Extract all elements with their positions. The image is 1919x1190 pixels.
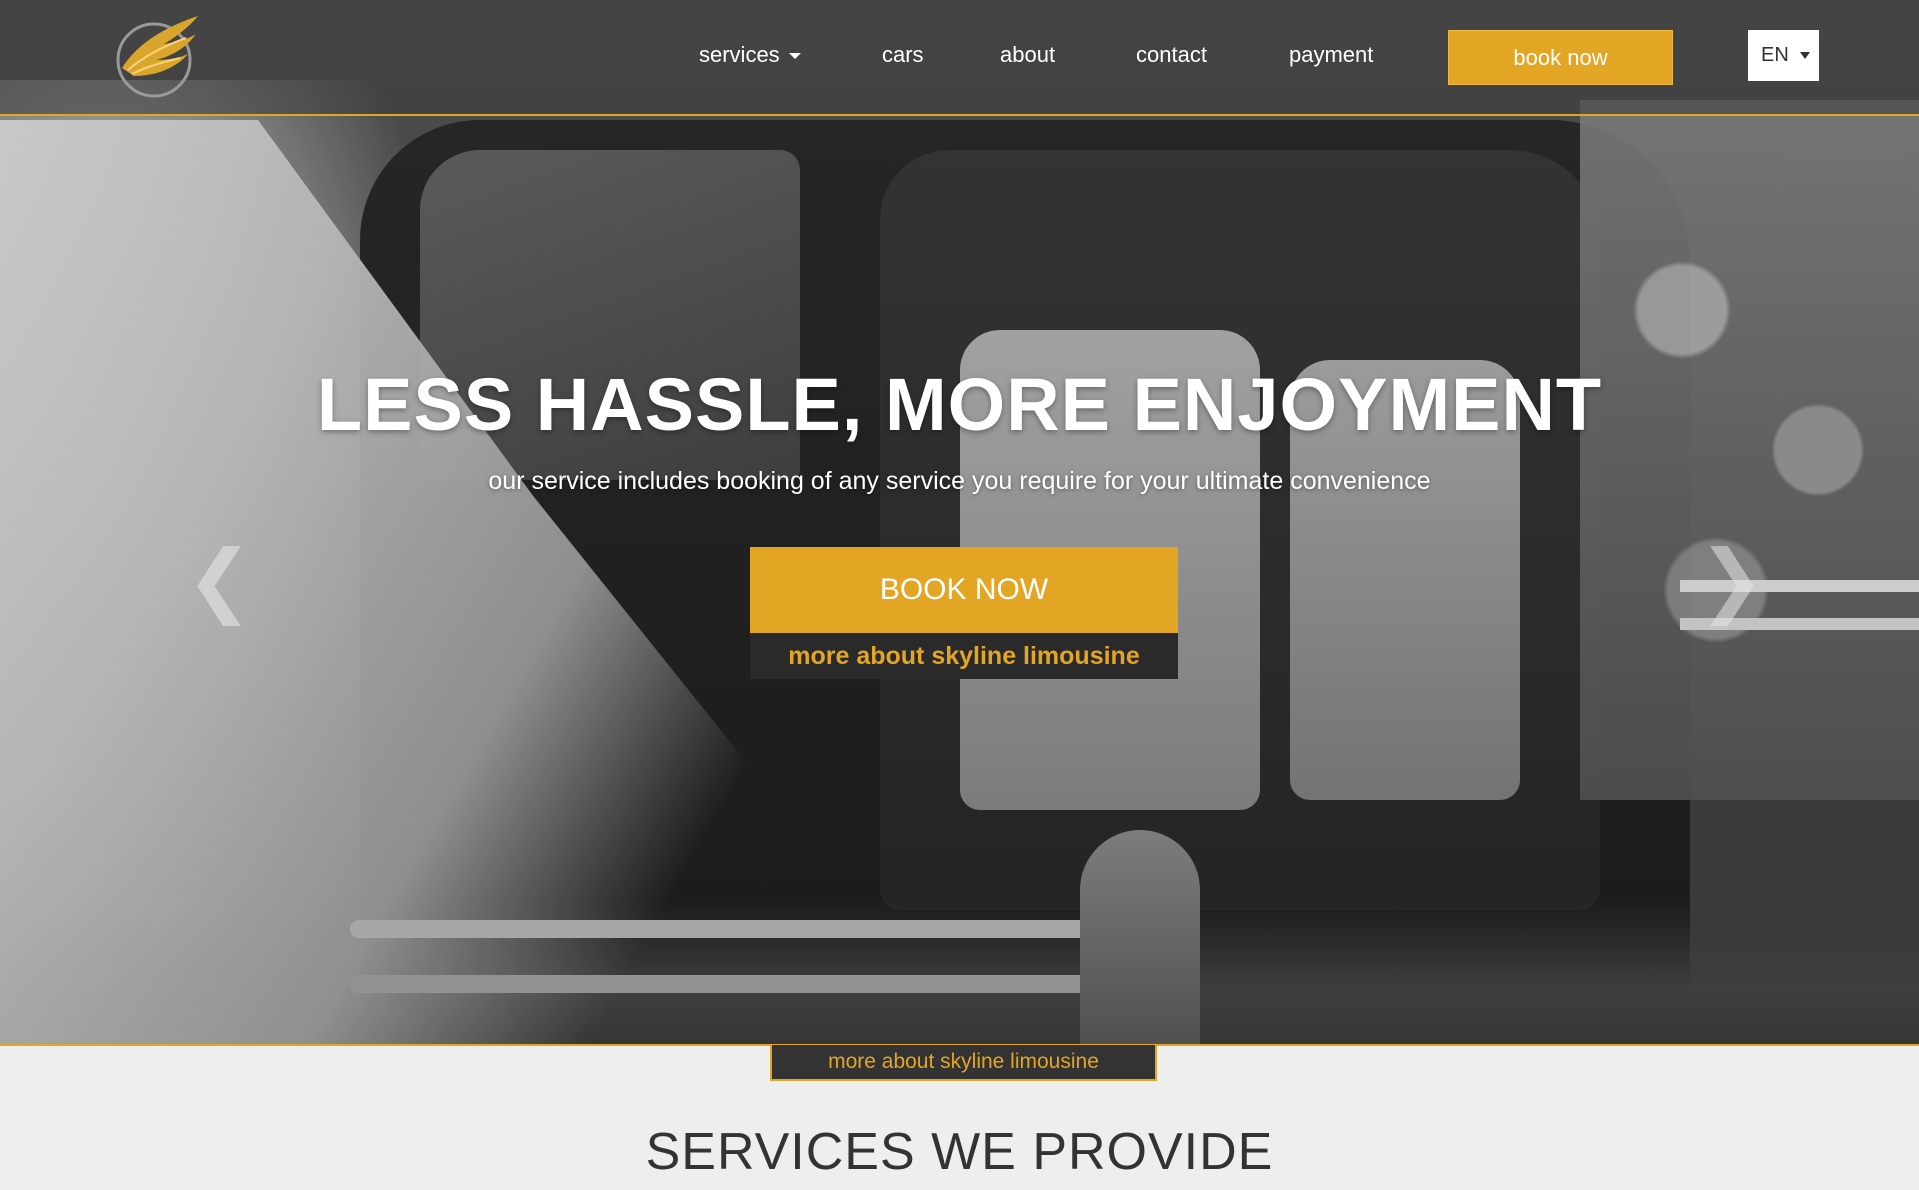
- hero-overlay: [0, 0, 1919, 1044]
- nav-item-payment[interactable]: payment: [1289, 38, 1373, 72]
- hero-banner: LESS HASSLE, MORE ENJOYMENT our service …: [0, 0, 1919, 1044]
- more-about-tab[interactable]: more about skyline limousine: [770, 1045, 1157, 1081]
- nav-item-about[interactable]: about: [1000, 38, 1055, 72]
- nav-item-label: services: [699, 42, 780, 67]
- hero-title: LESS HASSLE, MORE ENJOYMENT: [316, 363, 1603, 446]
- caret-down-icon: [788, 53, 801, 60]
- book-now-button[interactable]: book now: [1448, 30, 1673, 85]
- hero-more-about-link[interactable]: more about skyline limousine: [750, 633, 1178, 679]
- language-selector[interactable]: EN: [1748, 30, 1819, 81]
- top-navbar: services cars about contact payment book…: [0, 0, 1919, 116]
- nav-item-contact[interactable]: contact: [1136, 38, 1207, 72]
- language-label: EN: [1761, 44, 1789, 66]
- hero-book-now-button[interactable]: BOOK NOW: [750, 547, 1178, 633]
- section-title: SERVICES WE PROVIDE: [645, 1123, 1274, 1181]
- carousel-prev-icon[interactable]: ❮: [186, 540, 253, 620]
- golden-wing-icon[interactable]: [108, 12, 200, 100]
- hero-subtitle: our service includes booking of any serv…: [488, 467, 1431, 495]
- nav-item-services[interactable]: services: [699, 38, 801, 72]
- carousel-next-icon[interactable]: ❯: [1698, 540, 1765, 620]
- nav-item-cars[interactable]: cars: [882, 38, 924, 72]
- dropdown-arrow-icon: [1800, 52, 1810, 59]
